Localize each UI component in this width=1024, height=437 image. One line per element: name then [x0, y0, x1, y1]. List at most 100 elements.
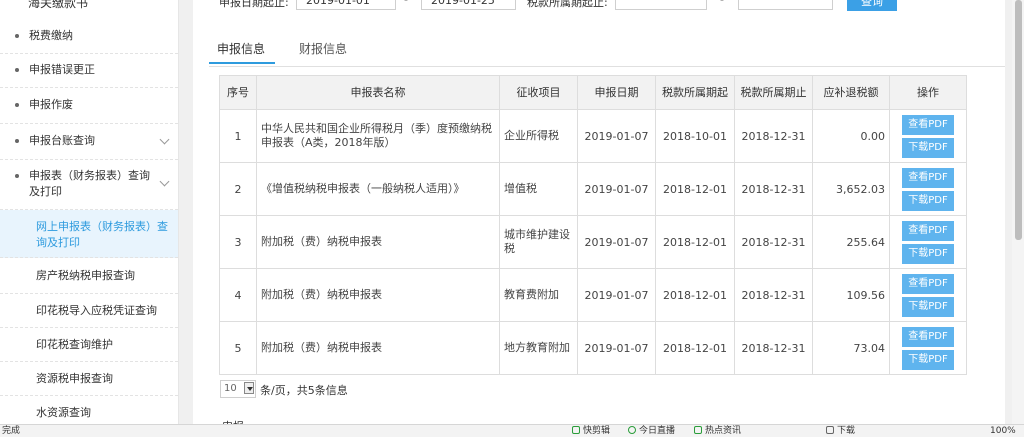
chevron-down-icon[interactable] [159, 134, 170, 145]
col-header-actions: 操作 [889, 75, 967, 110]
cell-name: 中华人民共和国企业所得税月（季）度预缴纳税申报表（A类，2018年版） [256, 109, 500, 163]
period-range-dash: - [720, 0, 724, 6]
col-header-no: 序号 [219, 75, 257, 110]
view-pdf-button[interactable]: 查看PDF [902, 273, 954, 294]
date-range-label: 申报日期起止: [219, 0, 289, 9]
col-header-amount: 应补退税额 [812, 75, 890, 110]
cell-date: 2019-01-07 [577, 268, 656, 322]
col-header-period-end: 税款所属期止 [734, 75, 813, 110]
cell-actions: 查看PDF 下载PDF [889, 215, 967, 269]
date-from-input[interactable]: 2019-01-01 [296, 0, 396, 10]
status-live[interactable]: 今日直播 [628, 425, 675, 437]
sidebar-item-ledger-query[interactable]: 申报台账查询 [0, 124, 178, 160]
col-header-date: 申报日期 [577, 75, 656, 110]
cell-name: 附加税（费）纳税申报表 [256, 268, 500, 322]
sidebar: 海关缴款书 税费缴纳 申报错误更正 申报作废 申报台账查询 申报表（财务报表）查… [0, 0, 179, 424]
cell-name: 《增值税纳税申报表（一般纳税人适用）》 [256, 162, 500, 216]
cell-actions: 查看PDF 下载PDF [889, 162, 967, 216]
bullet-icon [15, 139, 19, 143]
cell-period-start: 2018-12-01 [655, 321, 735, 375]
cell-item: 地方教育附加 [499, 321, 578, 375]
cell-date: 2019-01-07 [577, 215, 656, 269]
table-row: 5 附加税（费）纳税申报表 地方教育附加 2019-01-07 2018-12-… [219, 321, 967, 375]
cell-date: 2019-01-07 [577, 162, 656, 216]
sidebar-item-void-declaration[interactable]: 申报作废 [0, 88, 178, 124]
cell-item: 企业所得税 [499, 109, 578, 163]
view-pdf-button[interactable]: 查看PDF [902, 114, 954, 135]
browser-status-bar: 完成 快剪辑 今日直播 热点资讯 下载 100% [0, 424, 1024, 437]
live-icon [628, 426, 636, 434]
filter-bar: 申报日期起止: 2019-01-01 - 2019-01-25 税款所属期起止:… [193, 0, 1005, 14]
table-row: 4 附加税（费）纳税申报表 教育费附加 2019-01-07 2018-12-0… [219, 268, 967, 322]
sidebar-item-tax-payment[interactable]: 税费缴纳 [0, 20, 178, 54]
cell-item: 教育费附加 [499, 268, 578, 322]
bullet-icon [15, 34, 19, 38]
tab-declaration-info[interactable]: 申报信息 [217, 40, 265, 57]
col-header-period-start: 税款所属期起 [655, 75, 735, 110]
period-from-input[interactable] [615, 0, 707, 10]
col-header-name: 申报表名称 [256, 75, 500, 110]
cell-no: 4 [219, 268, 257, 322]
sidebar-item-error-correction[interactable]: 申报错误更正 [0, 54, 178, 88]
cell-period-end: 2018-12-31 [734, 215, 813, 269]
table-row: 1 中华人民共和国企业所得税月（季）度预缴纳税申报表（A类，2018年版） 企业… [219, 109, 967, 163]
query-button[interactable]: 查询 [847, 0, 897, 11]
cell-amount: 3,652.03 [812, 162, 890, 216]
bullet-icon [15, 68, 19, 72]
chevron-down-icon[interactable] [159, 176, 170, 187]
subitem-property-tax-query[interactable]: 房产税纳税申报查询 [0, 258, 178, 294]
active-tab-indicator [209, 62, 275, 64]
cell-name: 附加税（费）纳税申报表 [256, 321, 500, 375]
status-zoom[interactable]: 100% [990, 425, 1016, 437]
status-download[interactable]: 下载 [826, 425, 855, 437]
col-header-item: 征收项目 [499, 75, 578, 110]
vertical-scrollbar[interactable] [1012, 0, 1024, 424]
subitem-stamp-maintenance[interactable]: 印花税查询维护 [0, 328, 178, 362]
download-pdf-button[interactable]: 下载PDF [902, 296, 954, 317]
sidebar-item-cut-top[interactable]: 海关缴款书 [28, 0, 88, 11]
play-icon [572, 426, 580, 434]
cell-no: 2 [219, 162, 257, 216]
tab-financial-info[interactable]: 财报信息 [299, 40, 347, 57]
download-pdf-button[interactable]: 下载PDF [902, 243, 954, 264]
dropdown-arrow-icon[interactable] [244, 382, 254, 394]
cell-period-end: 2018-12-31 [734, 321, 813, 375]
table-row: 2 《增值税纳税申报表（一般纳税人适用）》 增值税 2019-01-07 201… [219, 162, 967, 216]
cell-period-start: 2018-12-01 [655, 162, 735, 216]
news-icon [694, 426, 702, 434]
view-pdf-button[interactable]: 查看PDF [902, 167, 954, 188]
bullet-icon [15, 174, 19, 178]
download-pdf-button[interactable]: 下载PDF [902, 190, 954, 211]
view-pdf-button[interactable]: 查看PDF [902, 326, 954, 347]
scrollbar-thumb[interactable] [1015, 0, 1022, 240]
status-news[interactable]: 热点资讯 [694, 425, 741, 437]
subitem-water-resource-query[interactable]: 水资源查询 [0, 396, 178, 424]
tab-divider [209, 66, 1005, 67]
cell-period-start: 2018-12-01 [655, 268, 735, 322]
cell-no: 5 [219, 321, 257, 375]
download-icon [826, 426, 834, 434]
table-header-row: 序号 申报表名称 征收项目 申报日期 税款所属期起 税款所属期止 应补退税额 操… [219, 75, 967, 110]
bullet-icon [15, 103, 19, 107]
subitem-stamp-import-query[interactable]: 印花税导入应税凭证查询 [0, 294, 178, 328]
view-pdf-button[interactable]: 查看PDF [902, 220, 954, 241]
status-quick-clip[interactable]: 快剪辑 [572, 425, 610, 437]
cell-no: 1 [219, 109, 257, 163]
cell-period-start: 2018-10-01 [655, 109, 735, 163]
cell-amount: 73.04 [812, 321, 890, 375]
download-pdf-button[interactable]: 下载PDF [902, 137, 954, 158]
download-pdf-button[interactable]: 下载PDF [902, 349, 954, 370]
date-to-input[interactable]: 2019-01-25 [421, 0, 516, 10]
cell-date: 2019-01-07 [577, 109, 656, 163]
period-to-input[interactable] [738, 0, 833, 10]
subitem-online-report-query[interactable]: 网上申报表（财务报表）查询及打印 [0, 210, 178, 258]
declaration-table: 序号 申报表名称 征收项目 申报日期 税款所属期起 税款所属期止 应补退税额 操… [219, 75, 967, 375]
subitem-resource-tax-query[interactable]: 资源税申报查询 [0, 362, 178, 396]
cell-actions: 查看PDF 下载PDF [889, 268, 967, 322]
cell-actions: 查看PDF 下载PDF [889, 109, 967, 163]
date-range-dash: - [404, 0, 408, 6]
cell-period-end: 2018-12-31 [734, 109, 813, 163]
cell-item: 增值税 [499, 162, 578, 216]
cell-amount: 109.56 [812, 268, 890, 322]
sidebar-item-report-query-print[interactable]: 申报表（财务报表）查询及打印 [0, 160, 178, 210]
